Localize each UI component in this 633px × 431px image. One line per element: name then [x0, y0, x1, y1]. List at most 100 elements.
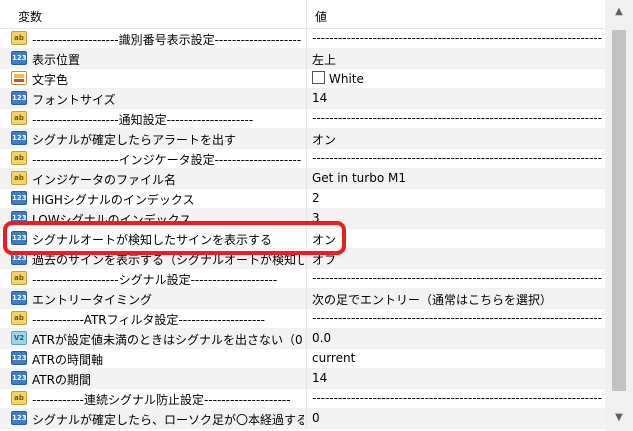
variable-cell[interactable]: 123 エントリータイミング	[0, 289, 307, 308]
variable-name: ------------連続シグナル防止設定------------------…	[32, 393, 291, 407]
string-type-icon: ab	[11, 311, 27, 325]
variable-cell[interactable]: ab --------------------識別番号表示設定----------…	[0, 29, 307, 48]
value-cell[interactable]: 14	[312, 91, 602, 105]
variable-name: エントリータイミング	[32, 293, 153, 307]
variable-name: ATRが設定値未満のときはシグナルを出さない（0にする…	[32, 333, 304, 347]
variable-column-label: 変数	[18, 10, 43, 24]
variable-cell[interactable]: 123 シグナルが確定したらアラートを出す	[0, 129, 307, 148]
variable-name: --------------------識別番号表示設定------------…	[32, 33, 302, 47]
parameter-row[interactable]: ab --------------------識別番号表示設定----------…	[0, 29, 605, 49]
integer-type-icon: 123	[11, 191, 27, 205]
value-cell[interactable]: オン	[312, 231, 602, 248]
variable-name: --------------------通知設定----------------…	[32, 113, 254, 127]
parameter-row[interactable]: 123 エントリータイミング 次の足でエントリー（通常はこちらを選択）	[0, 289, 605, 309]
value-cell[interactable]: current	[312, 351, 602, 365]
scrollbar-thumb[interactable]	[612, 30, 626, 391]
double-type-icon: V2	[11, 331, 27, 345]
parameter-row[interactable]: ab --------------------シグナル設定------------…	[0, 269, 605, 289]
variable-cell[interactable]: ab ------------連続シグナル防止設定----------------…	[0, 389, 307, 408]
variable-cell[interactable]: ab --------------------通知設定--------------…	[0, 109, 307, 128]
parameter-row[interactable]: 123 フォントサイズ 14	[0, 89, 605, 109]
variable-cell[interactable]: 123 ATRの期間	[0, 369, 307, 388]
parameter-row[interactable]: ab --------------------インジケータ設定----------…	[0, 149, 605, 169]
variable-name: --------------------シグナル設定--------------…	[32, 273, 278, 287]
value-cell[interactable]: 0	[312, 411, 602, 425]
integer-type-icon: 123	[11, 351, 27, 365]
value-cell[interactable]: White	[312, 71, 602, 86]
variable-cell[interactable]: 123 表示位置	[0, 49, 307, 68]
variable-name: シグナルが確定したら、ローソク足が〇本経過するまでシ…	[32, 413, 304, 427]
string-type-icon: ab	[11, 151, 27, 165]
variable-name: ATRの時間軸	[32, 353, 103, 367]
grid-header: 変数 値	[0, 0, 605, 29]
parameter-row[interactable]: ab インジケータのファイル名 Get in turbo M1	[0, 169, 605, 189]
variable-name: ATRの期間	[32, 373, 91, 387]
string-type-icon: ab	[11, 31, 27, 45]
color-swatch	[312, 71, 325, 84]
variable-name: フォントサイズ	[32, 93, 116, 107]
integer-type-icon: 123	[11, 291, 27, 305]
variable-cell[interactable]: ab --------------------シグナル設定------------…	[0, 269, 307, 288]
parameters-grid: 変数 値 ab --------------------識別番号表示設定-----…	[0, 0, 605, 431]
scroll-down-arrow-icon[interactable]: ▼	[612, 412, 626, 424]
value-cell[interactable]: 14	[312, 371, 602, 385]
variable-name: --------------------インジケータ設定------------…	[32, 153, 302, 167]
scroll-up-arrow-icon[interactable]: ▲	[612, 6, 626, 18]
parameter-row[interactable]: 123 シグナルが確定したら、ローソク足が〇本経過するまでシ… 0	[0, 409, 605, 429]
variable-cell[interactable]: ab --------------------インジケータ設定----------…	[0, 149, 307, 168]
value-cell[interactable]: Get in turbo M1	[312, 171, 602, 185]
parameter-row[interactable]: ab ------------ATRフィルタ設定-----------------…	[0, 309, 605, 329]
parameter-row[interactable]: ab --------------------通知設定--------------…	[0, 109, 605, 129]
value-cell[interactable]: 0.0	[312, 331, 602, 345]
value-cell[interactable]: 左上	[312, 51, 602, 68]
parameter-row[interactable]: 文字色 White	[0, 69, 605, 89]
parameter-row[interactable]: 123 シグナルが確定したらアラートを出す オン	[0, 129, 605, 149]
variable-name: ------------ATRフィルタ設定-------------------…	[32, 313, 266, 327]
value-cell[interactable]: 次の足でエントリー（通常はこちらを選択）	[312, 291, 602, 308]
variable-column-header[interactable]: 変数	[0, 0, 307, 28]
variable-cell[interactable]: ab インジケータのファイル名	[0, 169, 307, 188]
value-cell[interactable]: ----------------------------------------…	[312, 271, 602, 285]
value-cell[interactable]: ----------------------------------------…	[312, 311, 602, 325]
variable-name: インジケータのファイル名	[32, 173, 177, 187]
value-cell[interactable]: ----------------------------------------…	[312, 111, 602, 125]
color-value-text: White	[329, 72, 364, 86]
parameter-row[interactable]: 123 表示位置 左上	[0, 49, 605, 69]
value-cell[interactable]: オフ	[312, 251, 602, 268]
variable-cell[interactable]: 123 フォントサイズ	[0, 89, 307, 108]
variable-cell[interactable]: 文字色	[0, 69, 307, 88]
integer-type-icon: 123	[11, 91, 27, 105]
integer-type-icon: 123	[11, 131, 27, 145]
value-cell[interactable]: 3	[312, 211, 602, 225]
variable-name: 文字色	[32, 73, 69, 87]
variable-name: シグナルが確定したらアラートを出す	[32, 133, 237, 147]
value-cell[interactable]: 2	[312, 191, 602, 205]
string-type-icon: ab	[11, 391, 27, 405]
string-type-icon: ab	[11, 271, 27, 285]
value-cell[interactable]: ----------------------------------------…	[312, 391, 602, 405]
variable-name: 表示位置	[32, 53, 81, 67]
variable-name: HIGHシグナルのインデックス	[32, 193, 195, 207]
value-cell[interactable]: オン	[312, 131, 602, 148]
string-type-icon: ab	[11, 171, 27, 185]
value-column-header[interactable]: 値	[315, 8, 327, 25]
variable-cell[interactable]: 123 HIGHシグナルのインデックス	[0, 189, 307, 208]
parameter-row[interactable]: 123 HIGHシグナルのインデックス 2	[0, 189, 605, 209]
parameter-row[interactable]: 123 ATRの期間 14	[0, 369, 605, 389]
variable-cell[interactable]: V2 ATRが設定値未満のときはシグナルを出さない（0にする…	[0, 329, 307, 348]
value-cell[interactable]: ----------------------------------------…	[312, 151, 602, 165]
variable-cell[interactable]: ab ------------ATRフィルタ設定-----------------…	[0, 309, 307, 328]
color-type-icon	[11, 71, 27, 85]
variable-cell[interactable]: 123 シグナルが確定したら、ローソク足が〇本経過するまでシ…	[0, 409, 307, 428]
red-highlight-box	[3, 221, 346, 255]
vertical-scrollbar[interactable]: ▲ ▼	[605, 0, 633, 431]
parameter-row[interactable]: V2 ATRが設定値未満のときはシグナルを出さない（0にする… 0.0	[0, 329, 605, 349]
parameter-row[interactable]: 123 ATRの時間軸 current	[0, 349, 605, 369]
integer-type-icon: 123	[11, 371, 27, 385]
integer-type-icon: 123	[11, 51, 27, 65]
string-type-icon: ab	[11, 111, 27, 125]
parameter-row[interactable]: ab ------------連続シグナル防止設定----------------…	[0, 389, 605, 409]
variable-cell[interactable]: 123 ATRの時間軸	[0, 349, 307, 368]
value-cell[interactable]: ----------------------------------------…	[312, 31, 602, 45]
integer-type-icon: 123	[11, 411, 27, 425]
